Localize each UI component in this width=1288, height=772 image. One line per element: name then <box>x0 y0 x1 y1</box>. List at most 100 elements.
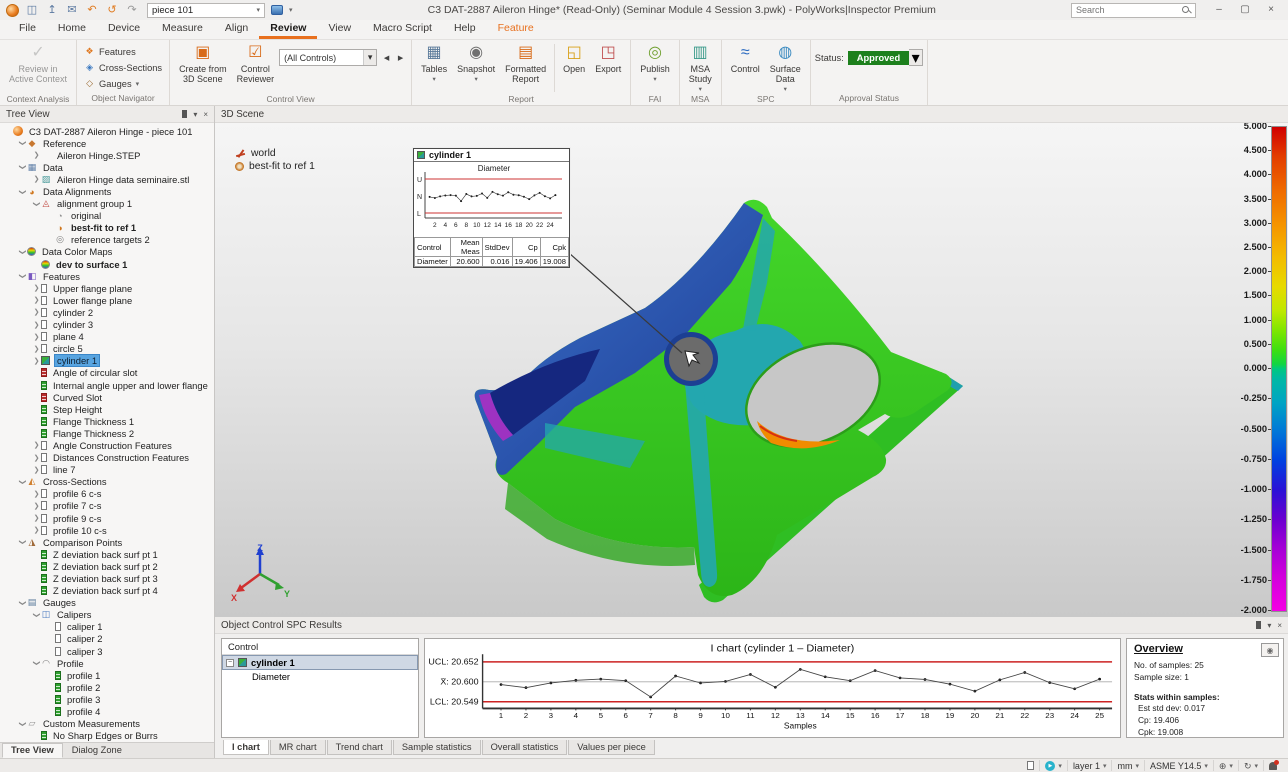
tree-item[interactable]: ❯◆Reference <box>0 137 214 149</box>
tree-item[interactable]: Z deviation back surf pt 1 <box>0 548 214 560</box>
minimize-button[interactable]: – <box>1206 2 1232 18</box>
sync-icon[interactable]: ↻ <box>1244 761 1252 771</box>
expander-closed-icon[interactable]: ❯ <box>32 321 41 329</box>
tree-item[interactable]: Z deviation back surf pt 4 <box>0 585 214 597</box>
control-button[interactable]: ☑Control Reviewer <box>232 42 280 94</box>
asme-y14-5-selector[interactable]: ASME Y14.5 <box>1150 761 1201 771</box>
chevron-down-icon[interactable]: ▾ <box>909 49 923 66</box>
save-icon[interactable]: ◫ <box>25 3 39 17</box>
tab-trend-chart[interactable]: Trend chart <box>327 740 392 755</box>
tree-item[interactable]: profile 2 <box>0 681 214 693</box>
surface-button[interactable]: ◍Surface Data▾ <box>765 42 806 94</box>
expander-closed-icon[interactable]: ❯ <box>32 345 41 353</box>
expander-closed-icon[interactable]: ❯ <box>32 296 41 304</box>
tree-item[interactable]: caliper 3 <box>0 645 214 657</box>
open-button[interactable]: ◱Open <box>558 42 590 94</box>
create-from-button[interactable]: ▣Create from 3D Scene <box>174 42 232 94</box>
tab-dialog-zone[interactable]: Dialog Zone <box>63 743 131 758</box>
snapshot-button[interactable]: ◉Snapshot▾ <box>452 42 500 94</box>
tree-item[interactable]: C3 DAT-2887 Aileron Hinge - piece 101 <box>0 125 214 137</box>
menu-tab-view[interactable]: View <box>317 20 362 39</box>
tree-item[interactable]: Flange Thickness 1 <box>0 415 214 427</box>
previous-control-button[interactable]: ◀ <box>380 49 393 66</box>
menu-tab-align[interactable]: Align <box>214 20 259 39</box>
tree-item[interactable]: Curved Slot <box>0 391 214 403</box>
close-button[interactable]: × <box>1258 2 1284 18</box>
tree-item[interactable]: ❯cylinder 1 <box>0 355 214 367</box>
menu-tab-feature[interactable]: Feature <box>487 20 545 39</box>
expander-closed-icon[interactable]: ❯ <box>32 441 41 449</box>
tab-i-chart[interactable]: I chart <box>223 740 269 755</box>
tree-item[interactable]: ❯cylinder 2 <box>0 306 214 318</box>
piece-selector[interactable]: piece 101 ▾ <box>147 3 265 18</box>
tree-item[interactable]: Z deviation back surf pt 3 <box>0 572 214 584</box>
cylinder1-callout[interactable]: cylinder 1 DiameterUNL246810121416182022… <box>413 148 570 268</box>
chevron-down-icon[interactable]: ▾ <box>1229 762 1233 770</box>
tree-item[interactable]: ❯▤Gauges <box>0 597 214 609</box>
tree-item[interactable]: ❯profile 6 c-s <box>0 488 214 500</box>
tree-item[interactable]: ❯Lower flange plane <box>0 294 214 306</box>
tree-item[interactable]: ❯line 7 <box>0 464 214 476</box>
snapshot-button[interactable]: ◉ <box>1261 643 1279 657</box>
expander-open-icon[interactable]: ❯ <box>19 538 27 547</box>
approval-status-dropdown[interactable]: Approved <box>848 51 909 65</box>
mm-selector[interactable]: mm <box>1117 761 1132 771</box>
chevron-down-icon[interactable]: ▾ <box>1135 762 1139 770</box>
expander-closed-icon[interactable]: ❯ <box>32 175 41 183</box>
close-icon[interactable]: × <box>1277 621 1282 630</box>
tab-sample-statistics[interactable]: Sample statistics <box>393 740 481 755</box>
tree-item[interactable]: ❯Data Color Maps <box>0 246 214 258</box>
tree-item[interactable]: ❯circle 5 <box>0 343 214 355</box>
chevron-down-icon[interactable]: ▾ <box>1058 762 1062 770</box>
expander-closed-icon[interactable]: ❯ <box>32 514 41 522</box>
expander-closed-icon[interactable]: ❯ <box>32 284 41 292</box>
tab-overall-statistics[interactable]: Overall statistics <box>482 740 568 755</box>
expander-open-icon[interactable]: ❯ <box>19 187 27 196</box>
tree-item[interactable]: Internal angle upper and lower flange <box>0 379 214 391</box>
expander-closed-icon[interactable]: ❯ <box>32 454 41 462</box>
features-button[interactable]: ❖Features <box>81 44 165 59</box>
expander-open-icon[interactable]: ❯ <box>19 247 27 256</box>
menu-tab-device[interactable]: Device <box>97 20 151 39</box>
tree-item[interactable]: ◎reference targets 2 <box>0 234 214 246</box>
maximize-button[interactable]: ▢ <box>1232 2 1258 18</box>
formatted-button[interactable]: ▤Formatted Report <box>500 42 551 94</box>
tree-item[interactable]: ❯profile 10 c-s <box>0 524 214 536</box>
expander-open-icon[interactable]: ❯ <box>19 272 27 281</box>
expander-open-icon[interactable]: ❯ <box>19 139 27 148</box>
clipboard-icon[interactable] <box>1027 761 1034 770</box>
tree-item[interactable]: ❯Distances Construction Features <box>0 452 214 464</box>
expander-closed-icon[interactable]: ❯ <box>32 466 41 474</box>
search-box[interactable] <box>1071 3 1196 18</box>
tree-item[interactable]: ❯◫Calipers <box>0 609 214 621</box>
menu-tab-file[interactable]: File <box>8 20 47 39</box>
tree-item[interactable]: ❯◮Comparison Points <box>0 536 214 548</box>
tree-item[interactable]: ❯Upper flange plane <box>0 282 214 294</box>
menu-tab-help[interactable]: Help <box>443 20 487 39</box>
chevron-down-icon[interactable]: ▾ <box>1103 762 1107 770</box>
control-button[interactable]: ≈Control <box>726 42 765 94</box>
tree-item[interactable]: ◔original <box>0 210 214 222</box>
tree-item[interactable]: No Sharp Edges or Burrs <box>0 730 214 742</box>
expander-closed-icon[interactable]: ❯ <box>32 333 41 341</box>
controls-filter-dropdown[interactable]: (All Controls)▾ <box>279 49 377 66</box>
tree-item[interactable]: profile 1 <box>0 669 214 681</box>
tree-item[interactable]: ❯▱Custom Measurements <box>0 718 214 730</box>
chevron-down-icon[interactable]: ▾ <box>1204 762 1208 770</box>
tree-item[interactable]: ❯plane 4 <box>0 331 214 343</box>
tree-item[interactable]: ❯◠Profile <box>0 657 214 669</box>
tree-item[interactable]: Step Height <box>0 403 214 415</box>
expander-open-icon[interactable]: ❯ <box>33 610 41 619</box>
export-button[interactable]: ◳Export <box>590 42 626 94</box>
dock-options-icon[interactable]: ▾ <box>193 110 197 119</box>
expander-closed-icon[interactable]: ❯ <box>32 308 41 316</box>
tab-mr-chart[interactable]: MR chart <box>270 740 326 755</box>
expander-closed-icon[interactable]: ❯ <box>32 490 41 498</box>
menu-tab-home[interactable]: Home <box>47 20 97 39</box>
tree-item[interactable]: ❯◭Cross-Sections <box>0 476 214 488</box>
play-icon[interactable]: ▶ <box>1045 761 1055 771</box>
menu-tab-measure[interactable]: Measure <box>151 20 214 39</box>
tree-item[interactable]: ◑best-fit to ref 1 <box>0 222 214 234</box>
expander-open-icon[interactable]: ❯ <box>33 659 41 668</box>
tables-button[interactable]: ▦Tables▾ <box>416 42 452 94</box>
